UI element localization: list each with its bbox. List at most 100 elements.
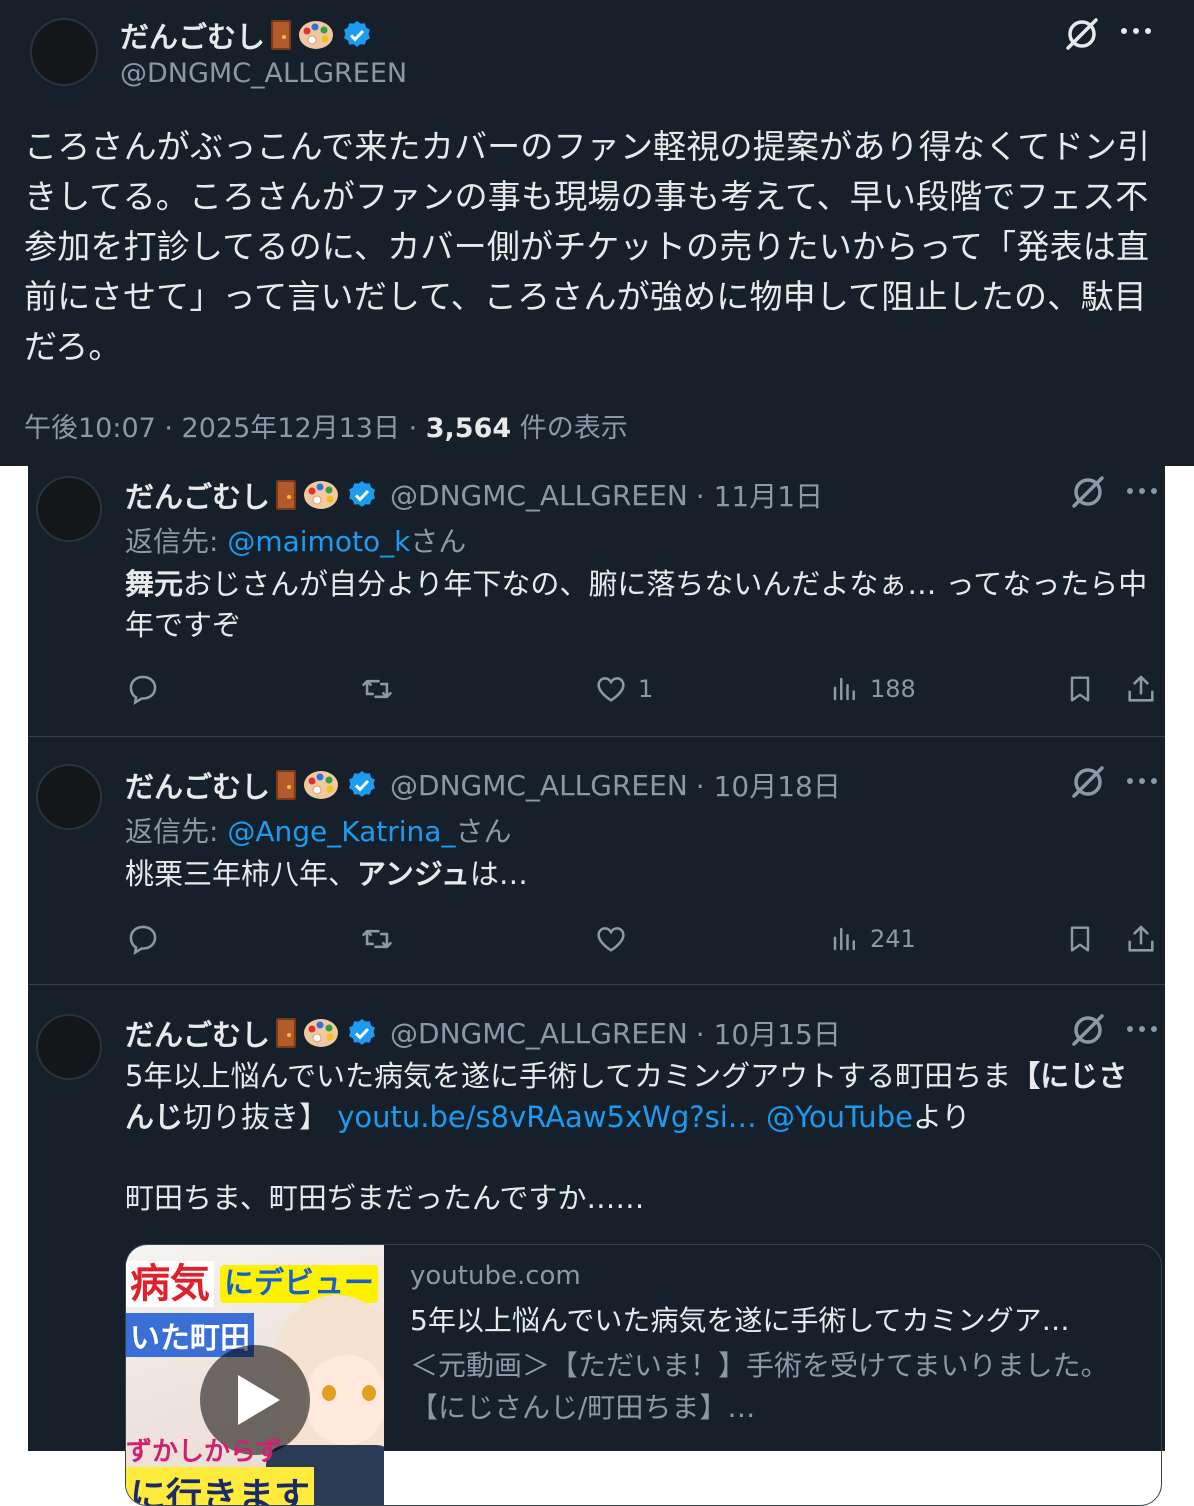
grok-icon[interactable] — [1068, 1010, 1108, 1050]
palette-emoji-icon — [297, 18, 335, 52]
thumbnail-text: に行きます — [126, 1467, 315, 1505]
timeline-tweet[interactable]: だんごむし @DNGMC_ALLGREEN · 10月18日 返信先: @Ang… — [28, 736, 1165, 985]
tweet-text-pre: 桃栗三年柿八年、 — [125, 857, 358, 891]
bookmark-button[interactable] — [1064, 922, 1096, 956]
views-button[interactable]: 188 — [830, 672, 916, 706]
retweet-button[interactable] — [358, 922, 396, 956]
more-options-icon[interactable] — [1124, 476, 1160, 506]
timeline-tweet[interactable]: だんごむし @DNGMC_ALLGREEN · 10月15日 5年以上悩んでいた… — [28, 984, 1165, 1506]
tweet-header: だんごむし @DNGMC_ALLGREEN · 10月18日 — [125, 764, 841, 806]
grok-icon[interactable] — [1068, 762, 1108, 802]
reply-to-suffix: さん — [410, 525, 467, 558]
reply-to: 返信先: @maimoto_kさん — [125, 520, 466, 560]
reply-icon — [126, 672, 160, 706]
reply-to: 返信先: @Ange_Katrina_さん — [125, 810, 511, 850]
tweet-link-mention[interactable]: @YouTube — [766, 1100, 913, 1134]
reply-button[interactable] — [126, 922, 160, 956]
view-count: 188 — [870, 675, 916, 703]
more-options-icon[interactable] — [1124, 1014, 1160, 1044]
tweet-timestamp[interactable]: 午後10:07 · 2025年12月13日 · — [24, 413, 426, 444]
grok-icon[interactable] — [1062, 14, 1102, 54]
tweet-header: だんごむし @DNGMC_ALLGREEN · 10月15日 — [125, 1012, 841, 1054]
heart-icon — [594, 672, 628, 706]
video-thumbnail[interactable]: 病気 にデビュー いた町田 ずかしからず に行きます — [126, 1245, 384, 1505]
tweet-text-post: は… — [469, 857, 528, 891]
tweet-actions: 241 — [28, 922, 1165, 962]
timeline-tweet[interactable]: だんごむし @DNGMC_ALLGREEN · 11月1日 返信先: @maim… — [28, 466, 1165, 737]
verified-badge-icon — [346, 479, 378, 511]
card-description: ＜元動画＞【ただいま！】手術を受けてまいりました。【にじさんじ/町田ちま】… — [410, 1349, 1109, 1424]
verified-badge-icon — [346, 1017, 378, 1049]
author-handle[interactable]: @DNGMC_ALLGREEN — [390, 769, 688, 802]
retweet-button[interactable] — [358, 672, 396, 706]
main-tweet: だんごむし @DNGMC_ALLGREEN ころさんがぶっこんで来たカバーのファ… — [0, 0, 1194, 466]
bookmark-icon — [1064, 672, 1096, 706]
tweet-text-second: 町田ちま、町田ぢまだったんですか…… — [125, 1181, 645, 1215]
retweet-icon — [358, 922, 396, 956]
avatar[interactable] — [30, 18, 98, 86]
bookmark-icon — [1064, 922, 1096, 956]
author-name[interactable]: だんごむし — [125, 1012, 270, 1054]
thumbnail-text: ずかしからず — [126, 1437, 282, 1467]
more-options-icon[interactable] — [1124, 766, 1160, 796]
tweet-text-pre: 5年以上悩んでいた病気を遂に手術してカミングアウトする町田ちま — [125, 1059, 1012, 1093]
more-options-icon[interactable] — [1118, 16, 1154, 46]
tweet-actions: 1 188 — [28, 672, 1165, 712]
tweet-text-bold: 舞元 — [125, 567, 184, 601]
reply-to-label: 返信先: — [125, 815, 228, 848]
bookmark-button[interactable] — [1064, 672, 1096, 706]
reply-to-link[interactable]: @maimoto_k — [227, 525, 410, 558]
like-button[interactable]: 1 — [594, 672, 653, 706]
view-label: 件の表示 — [511, 413, 628, 444]
tweet-text: 桃栗三年柿八年、アンジュは… — [125, 854, 1150, 895]
tweet-text-bold: アンジュ — [357, 857, 470, 891]
view-count: 241 — [870, 925, 916, 953]
reply-button[interactable] — [126, 672, 160, 706]
link-card[interactable]: 病気 にデビュー いた町田 ずかしからず に行きます youtube.com 5… — [125, 1244, 1162, 1506]
author-name[interactable]: だんごむし — [125, 764, 270, 806]
tweet-text: 舞元おじさんが自分より年下なの、腑に落ちないんだよなぁ… ってなったら中年ですぞ — [125, 564, 1150, 646]
reply-to-label: 返信先: — [125, 525, 228, 558]
avatar[interactable] — [36, 764, 102, 830]
author-name[interactable]: だんごむし — [120, 14, 265, 56]
tweet-text-rest: おじさんが自分より年下なの、腑に落ちないんだよなぁ… ってなったら中年ですぞ — [125, 567, 1148, 642]
tweet-date[interactable]: · 10月18日 — [696, 765, 841, 805]
share-button[interactable] — [1124, 922, 1158, 956]
verified-badge-icon — [346, 769, 378, 801]
door-emoji-icon — [271, 20, 292, 50]
retweet-icon — [358, 672, 396, 706]
tweet-text: 5年以上悩んでいた病気を遂に手術してカミングアウトする町田ちま【にじさんじ切り抜… — [125, 1056, 1150, 1138]
tweet-text-mid: 切り抜き】 — [183, 1100, 338, 1134]
palette-emoji-icon — [302, 1016, 340, 1050]
card-title[interactable]: 5年以上悩んでいた病気を遂に手術してカミングア… — [410, 1299, 1130, 1339]
verified-badge-icon — [341, 19, 373, 51]
author-name[interactable]: だんごむし — [125, 474, 270, 516]
reply-to-suffix: さん — [455, 815, 512, 848]
tweet-header: だんごむし @DNGMC_ALLGREEN · 11月1日 — [125, 474, 823, 516]
tweet-date[interactable]: · 11月1日 — [696, 475, 823, 515]
avatar[interactable] — [36, 476, 102, 542]
tweet-link-url[interactable]: youtu.be/s8vRAaw5xWg?si… — [337, 1100, 757, 1134]
view-count[interactable]: 3,564 — [426, 413, 511, 444]
card-info: youtube.com 5年以上悩んでいた病気を遂に手術してカミングア… ＜元動… — [410, 1261, 1130, 1429]
reply-to-link[interactable]: @Ange_Katrina_ — [227, 815, 455, 848]
share-icon — [1124, 672, 1158, 706]
views-button[interactable]: 241 — [830, 922, 916, 956]
like-button[interactable] — [594, 922, 638, 956]
tweet-text: ころさんがぶっこんで来たカバーのファン軽視の提案があり得なくてドン引きしてる。こ… — [24, 127, 1151, 366]
author-handle[interactable]: @DNGMC_ALLGREEN — [120, 58, 407, 89]
palette-emoji-icon — [302, 768, 340, 802]
door-emoji-icon — [276, 770, 297, 800]
grok-icon[interactable] — [1068, 472, 1108, 512]
author-handle[interactable]: @DNGMC_ALLGREEN — [390, 479, 688, 512]
door-emoji-icon — [276, 1018, 297, 1048]
author-name-row[interactable]: だんごむし — [120, 14, 373, 56]
door-emoji-icon — [276, 480, 297, 510]
analytics-icon — [830, 672, 860, 706]
avatar[interactable] — [36, 1014, 102, 1080]
tweet-date[interactable]: · 10月15日 — [696, 1013, 841, 1053]
timeline: だんごむし @DNGMC_ALLGREEN · 11月1日 返信先: @maim… — [28, 466, 1165, 1506]
card-domain: youtube.com — [410, 1261, 581, 1291]
author-handle[interactable]: @DNGMC_ALLGREEN — [390, 1017, 688, 1050]
share-button[interactable] — [1124, 672, 1158, 706]
